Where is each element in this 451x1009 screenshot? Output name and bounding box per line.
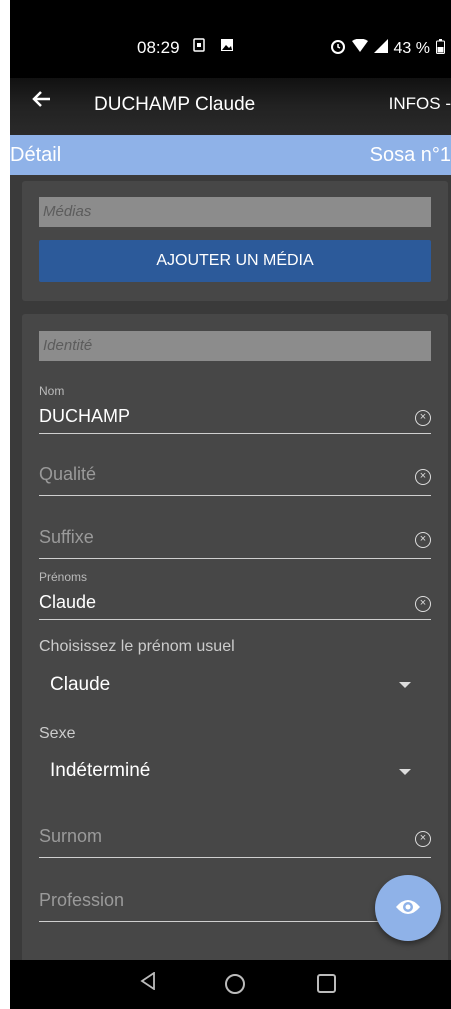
nom-value[interactable]: DUCHAMP xyxy=(39,406,431,427)
caret-down-icon[interactable] xyxy=(399,682,411,688)
battery-icon xyxy=(436,38,445,59)
profession-underline xyxy=(39,921,431,922)
battery-text: 43 % xyxy=(393,39,430,57)
signal-icon xyxy=(373,39,388,58)
sexe-label: Sexe xyxy=(39,725,76,742)
nom-label: Nom xyxy=(39,384,65,398)
add-media-button[interactable]: AJOUTER UN MÉDIA xyxy=(39,240,431,282)
detail-label: Détail xyxy=(10,144,62,166)
caret-down-icon[interactable] xyxy=(399,769,411,775)
prenoms-label: Prénoms xyxy=(39,570,88,584)
status-right: 43 % xyxy=(330,38,445,59)
tab-infos[interactable]: INFOS - xyxy=(389,94,451,114)
prenoms-underline xyxy=(39,619,431,620)
clear-suffixe-icon[interactable]: × xyxy=(415,532,431,548)
prenom-usuel-label: Choisissez le prénom usuel xyxy=(39,638,235,655)
detail-bar: Détail Sosa n°1 xyxy=(10,135,451,175)
suffixe-underline xyxy=(39,558,431,559)
eye-icon xyxy=(395,897,421,922)
profession-placeholder[interactable]: Profession xyxy=(39,890,431,911)
clear-qualite-icon[interactable]: × xyxy=(415,469,431,485)
prenom-usuel-select[interactable]: Claude xyxy=(50,674,110,696)
clear-prenoms-icon[interactable]: × xyxy=(415,596,431,612)
system-nav-bar xyxy=(10,960,451,1009)
qualite-underline xyxy=(39,495,431,496)
clear-surnom-icon[interactable]: × xyxy=(415,831,431,847)
prenoms-field[interactable]: Prénoms Claude × xyxy=(39,570,431,620)
sosa-label: Sosa n°1 xyxy=(369,144,451,166)
identity-section-header: Identité xyxy=(39,331,431,361)
suffixe-placeholder[interactable]: Suffixe xyxy=(39,527,431,548)
medias-card: Médias AJOUTER UN MÉDIA xyxy=(22,181,448,301)
nom-field[interactable]: Nom DUCHAMP × xyxy=(39,384,431,434)
qualite-field[interactable]: Qualité × xyxy=(39,464,431,496)
wifi-icon xyxy=(351,38,368,58)
arrow-left-icon[interactable] xyxy=(30,86,54,118)
nav-back-icon[interactable] xyxy=(140,971,156,996)
qualite-placeholder[interactable]: Qualité xyxy=(39,464,431,485)
sexe-select[interactable]: Indéterminé xyxy=(50,760,150,782)
sim-icon xyxy=(193,38,205,55)
nav-home-icon[interactable] xyxy=(225,974,245,994)
eye-fab-button[interactable] xyxy=(375,875,441,941)
app-bar: DUCHAMP Claude INFOS - xyxy=(10,78,451,135)
identity-card: Identité Nom DUCHAMP × Qualité × Suffixe… xyxy=(22,314,448,974)
clear-nom-icon[interactable]: × xyxy=(415,410,431,426)
status-time: 08:29 xyxy=(137,38,180,57)
page-title: DUCHAMP Claude xyxy=(94,94,256,115)
surnom-field[interactable]: Surnom × xyxy=(39,826,431,858)
status-bar: 08:29 43 % xyxy=(10,0,451,78)
phone-screen: 08:29 43 % DUCHAMP Claude INFOS - Détail… xyxy=(10,0,451,1009)
nav-recent-icon[interactable] xyxy=(317,974,336,993)
medias-section-header: Médias xyxy=(39,197,431,227)
profession-field[interactable]: Profession xyxy=(39,890,431,922)
surnom-underline xyxy=(39,857,431,858)
suffixe-field[interactable]: Suffixe × xyxy=(39,527,431,559)
prenoms-value[interactable]: Claude xyxy=(39,592,431,613)
image-icon xyxy=(220,38,234,55)
surnom-placeholder[interactable]: Surnom xyxy=(39,826,431,847)
alarm-icon xyxy=(330,38,346,59)
nom-underline xyxy=(39,433,431,434)
